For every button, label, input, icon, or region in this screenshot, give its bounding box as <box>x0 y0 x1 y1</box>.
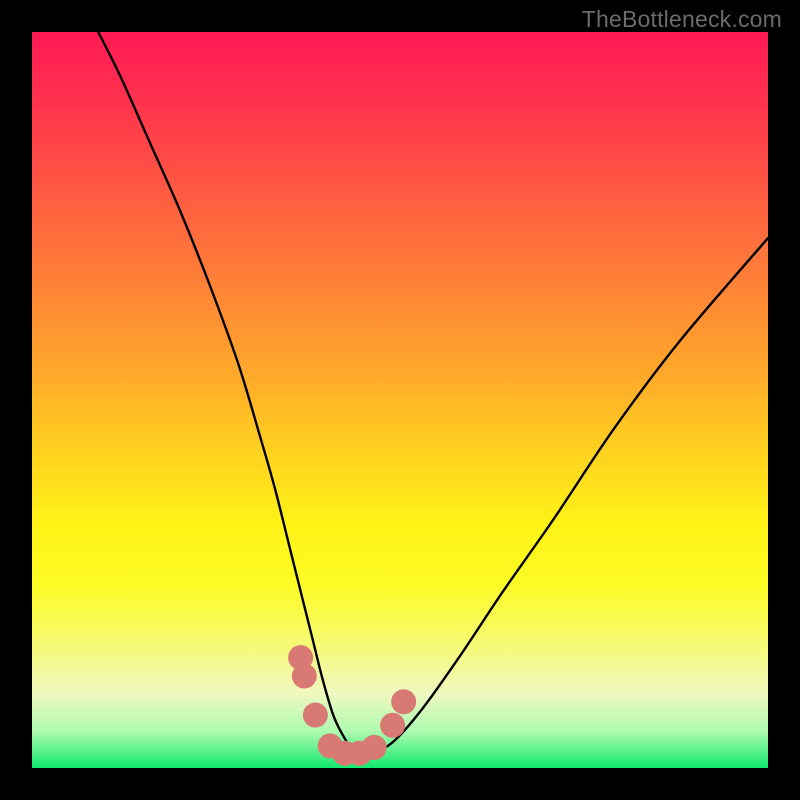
plot-area <box>32 32 768 768</box>
curve-marker <box>362 735 387 760</box>
curve-marker <box>380 713 405 738</box>
curve-marker <box>391 689 416 714</box>
curve-marker <box>292 663 317 688</box>
chart-frame: TheBottleneck.com <box>0 0 800 800</box>
marker-group <box>288 645 416 766</box>
curve-marker <box>303 703 328 728</box>
bottleneck-curve <box>98 32 768 755</box>
curve-svg <box>32 32 768 768</box>
watermark-text: TheBottleneck.com <box>582 6 782 33</box>
